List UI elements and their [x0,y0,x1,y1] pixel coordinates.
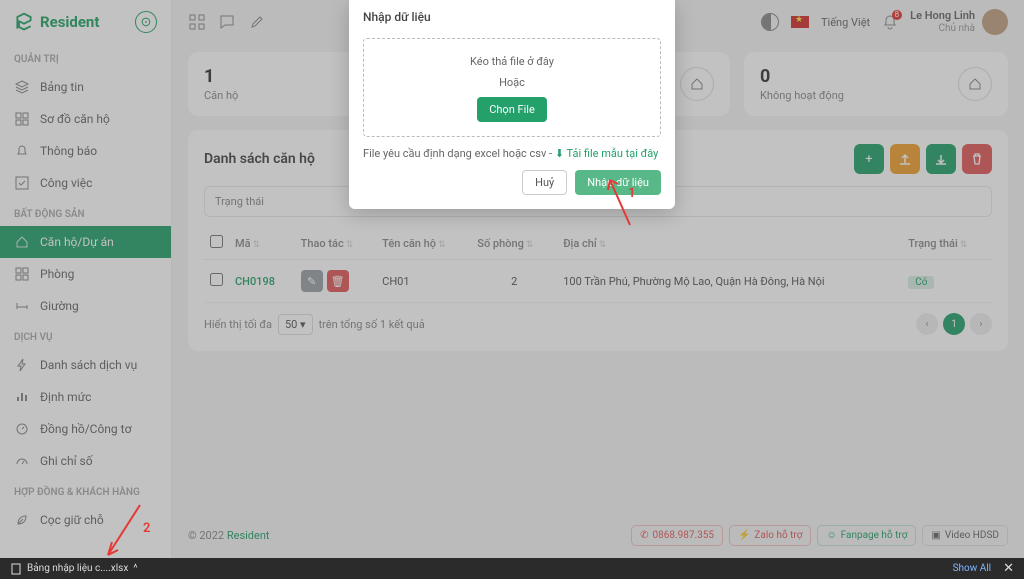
modal-overlay[interactable]: Nhập dữ liệu Kéo thả file ở đây Hoặc Chọ… [0,0,1024,579]
downloaded-file[interactable]: Bảng nhập liệu c....xlsx ^ [10,563,138,575]
download-template-link[interactable]: ⬇ Tải file mẫu tại đây [555,147,659,160]
close-download-bar[interactable]: ✕ [1003,561,1014,576]
download-bar: Bảng nhập liệu c....xlsx ^ Show All ✕ [0,558,1024,579]
cancel-button[interactable]: Huỷ [522,170,567,195]
show-all-downloads[interactable]: Show All [953,563,992,574]
or-text: Hoặc [374,76,650,89]
drop-zone[interactable]: Kéo thả file ở đây Hoặc Chọn File [363,38,661,137]
modal-title: Nhập dữ liệu [349,0,675,34]
file-icon [10,563,22,575]
import-modal: Nhập dữ liệu Kéo thả file ở đây Hoặc Chọ… [349,0,675,209]
choose-file-button[interactable]: Chọn File [477,97,547,122]
submit-import-button[interactable]: Nhập dữ liệu [575,170,661,195]
drop-text: Kéo thả file ở đây [374,55,650,68]
modal-hint: File yêu cầu định dạng excel hoặc csv - … [349,147,675,170]
chevron-up-icon[interactable]: ^ [133,563,137,574]
